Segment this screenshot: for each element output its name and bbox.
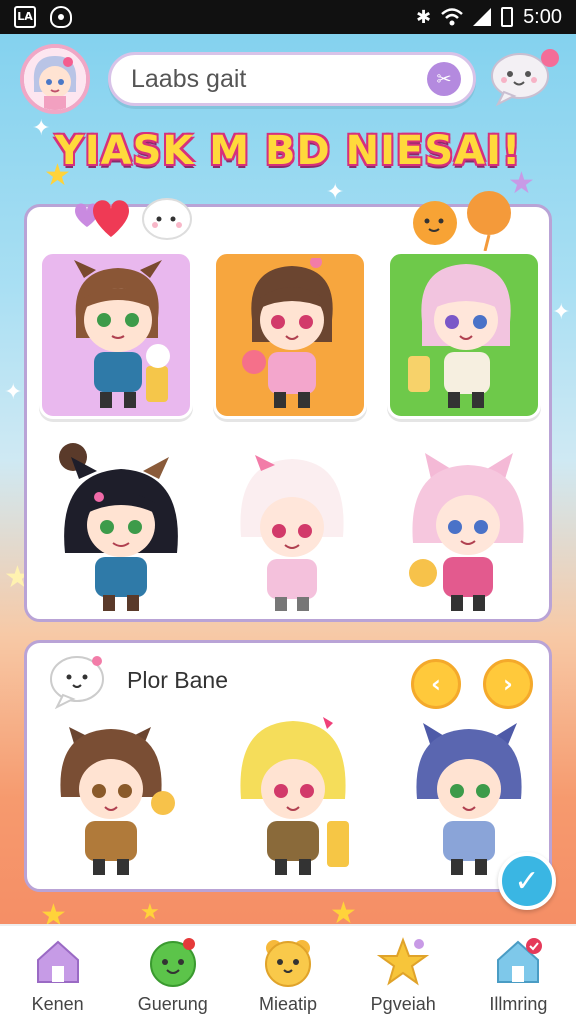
app-icon: LA <box>14 6 36 28</box>
nav-label: Guerung <box>137 993 208 1014</box>
sparkle-icon: ✦ <box>326 180 345 205</box>
star-icon: ★ <box>140 900 160 925</box>
status-bar: LA ✱ 5:00 <box>0 0 576 34</box>
nav-item-pgveiah[interactable]: Pgveiah <box>346 926 461 1024</box>
star-icon <box>377 936 430 985</box>
pink-hair-drink-girl-icon <box>408 264 511 408</box>
character-card[interactable] <box>39 251 193 419</box>
character-card[interactable] <box>213 251 367 419</box>
nav-item-mieatip[interactable]: Mieatip <box>230 926 345 1024</box>
nav-item-kenen[interactable]: Kenen <box>0 926 115 1024</box>
blonde-hair-girl-icon <box>240 717 349 875</box>
brown-hair-cat-ear-girl-icon <box>74 260 170 408</box>
nav-label: Illmring <box>489 993 548 1014</box>
page-title: YIASK M BD NIESAI! <box>54 128 522 174</box>
pink-hair-cat-ear-girl-icon <box>409 453 524 611</box>
sparkle-icon: ✦ <box>552 300 571 325</box>
green-face-icon <box>149 937 196 987</box>
sparkle-icon: ✦ <box>4 380 23 405</box>
bluetooth-icon: ✱ <box>415 6 432 28</box>
chevron-right-icon: › <box>503 670 513 698</box>
character-grid-panel <box>24 191 552 622</box>
battery-icon <box>501 7 514 27</box>
search-input[interactable]: Laabs gait <box>131 65 427 94</box>
check-icon: ✓ <box>514 863 540 899</box>
chat-bubble-icon[interactable] <box>490 44 562 108</box>
clock: 5:00 <box>523 5 562 28</box>
home-badge-icon <box>497 937 543 983</box>
nav-label: Mieatip <box>258 993 318 1014</box>
confirm-check-button[interactable]: ✓ <box>498 852 556 910</box>
featured-panel: Plor Bane ‹ › <box>24 640 552 892</box>
next-arrow-button[interactable]: › <box>483 659 533 709</box>
house-icon <box>36 940 79 983</box>
ghost-icon <box>50 6 72 28</box>
prev-arrow-button[interactable]: ‹ <box>411 659 461 709</box>
nav-item-illmring[interactable]: Illmring <box>461 926 576 1024</box>
ghost-bubble-icon <box>50 656 104 709</box>
profile-avatar[interactable] <box>20 44 90 114</box>
heart-bubble-icon <box>75 198 192 240</box>
brown-hair-boy-icon <box>60 727 175 875</box>
white-hair-pink-girl-icon <box>240 455 344 611</box>
black-hair-cat-ear-girl-icon <box>59 443 178 611</box>
nav-label: Pgveiah <box>370 993 436 1014</box>
signal-icon <box>473 8 492 26</box>
brown-hair-pink-dress-girl-icon <box>242 258 333 408</box>
bear-face-icon <box>265 939 311 987</box>
search-bar[interactable]: Laabs gait ✂ <box>108 52 476 106</box>
search-button-icon[interactable]: ✂ <box>427 62 461 96</box>
nav-label: Kenen <box>31 993 84 1014</box>
bottom-navigation: Kenen Guerung Mieatip Pgveiah Illmring <box>0 924 576 1024</box>
orange-balloon-icon <box>413 191 511 252</box>
character-card[interactable] <box>387 251 541 419</box>
avatar-character-icon <box>24 48 86 110</box>
panel-heading: Plor Bane <box>127 667 229 693</box>
nav-item-guerung[interactable]: Guerung <box>115 926 230 1024</box>
chevron-left-icon: ‹ <box>431 670 441 698</box>
wifi-icon <box>441 8 463 26</box>
